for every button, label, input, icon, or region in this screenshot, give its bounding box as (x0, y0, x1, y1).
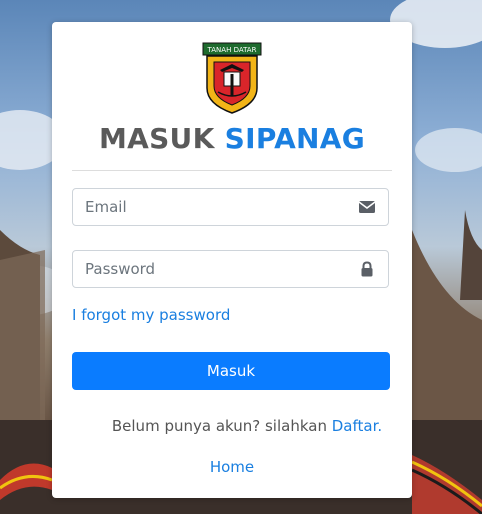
password-input[interactable] (73, 251, 367, 287)
password-field[interactable] (72, 250, 389, 288)
divider (72, 170, 392, 171)
page-title: MASUK SIPANAG (52, 122, 412, 155)
title-prefix: MASUK (98, 122, 215, 155)
register-prompt: Belum punya akun? silahkan Daftar. (52, 417, 412, 435)
login-card: TANAH DATAR MASUK SIPANAG I forgot my pa… (52, 22, 412, 498)
register-link[interactable]: Daftar. (332, 417, 382, 435)
email-input[interactable] (73, 189, 367, 225)
home-link-row: Home (52, 458, 412, 476)
lock-icon (361, 261, 373, 277)
register-prompt-text: Belum punya akun? silahkan (111, 417, 327, 435)
title-app-name: SIPANAG (224, 122, 366, 155)
envelope-icon (358, 201, 376, 213)
email-field[interactable] (72, 188, 389, 226)
home-link[interactable]: Home (210, 458, 254, 476)
login-button[interactable]: Masuk (72, 352, 390, 390)
tanah-datar-emblem-logo: TANAH DATAR (202, 42, 262, 114)
svg-text:TANAH DATAR: TANAH DATAR (207, 46, 257, 54)
forgot-password-link[interactable]: I forgot my password (72, 306, 230, 324)
